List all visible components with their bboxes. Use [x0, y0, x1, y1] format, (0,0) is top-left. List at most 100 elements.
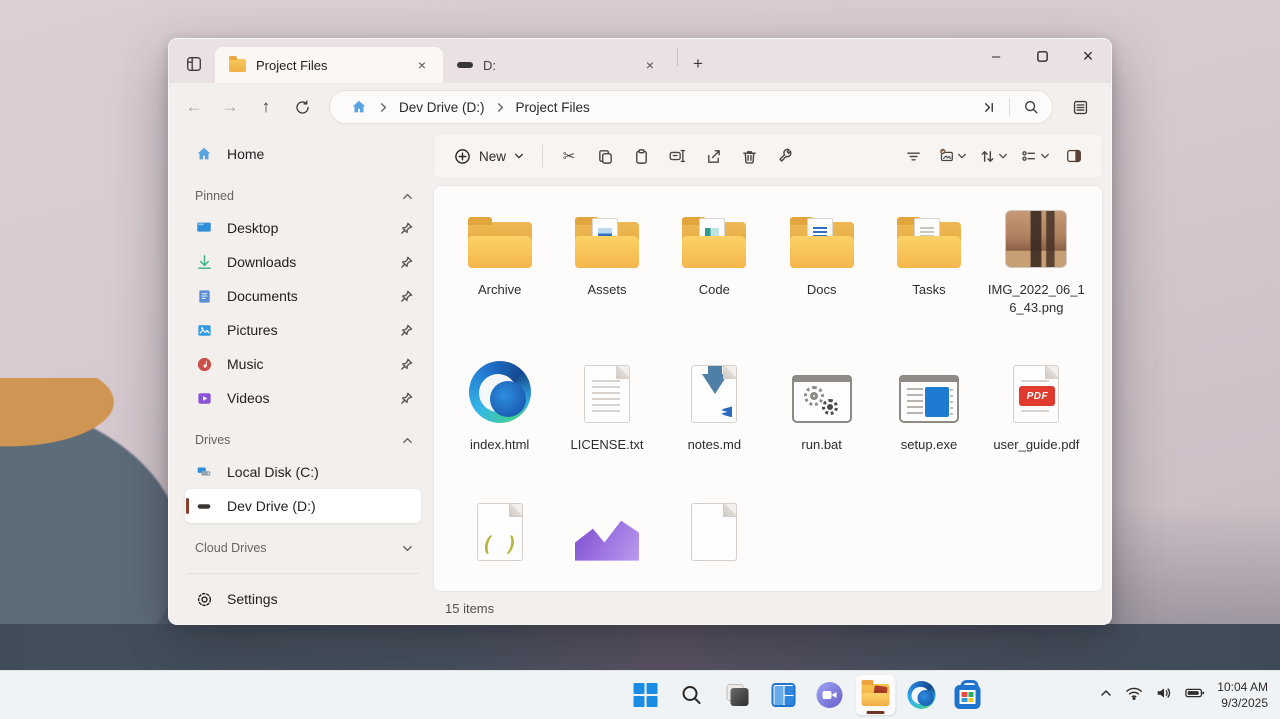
- file-item-partial-loop[interactable]: [553, 497, 660, 561]
- start-button[interactable]: [626, 675, 666, 715]
- pin-icon[interactable]: [400, 324, 413, 337]
- sidebar-item-dev-drive-d[interactable]: Dev Drive (D:): [185, 489, 421, 523]
- tab-close-button[interactable]: ×: [639, 54, 661, 76]
- breadcrumb-item-drive[interactable]: Dev Drive (D:): [393, 97, 491, 118]
- filter-button[interactable]: [895, 139, 931, 173]
- up-button[interactable]: ↑: [249, 91, 283, 123]
- volume-button[interactable]: [1155, 685, 1173, 706]
- properties-button[interactable]: [767, 139, 803, 173]
- hidden-icons-button[interactable]: [1099, 686, 1113, 705]
- sidebar-section-pinned[interactable]: Pinned: [185, 181, 421, 211]
- sort-icon: [979, 148, 996, 165]
- file-item-partial-json[interactable]: ( ): [446, 497, 553, 561]
- close-button[interactable]: ×: [1065, 39, 1111, 73]
- refresh-button[interactable]: [285, 91, 319, 123]
- folder-icon: [790, 216, 854, 268]
- go-to-icon[interactable]: [973, 93, 1003, 121]
- tab-list-button[interactable]: [177, 49, 211, 79]
- cut-button[interactable]: ✂: [551, 139, 587, 173]
- home-icon[interactable]: [344, 93, 374, 121]
- dev-drive-icon: [195, 497, 213, 515]
- file-item-user-guide-pdf[interactable]: PDF user_guide.pdf: [983, 359, 1090, 454]
- sidebar-item-videos[interactable]: Videos: [185, 381, 421, 415]
- sidebar-item-music[interactable]: Music: [185, 347, 421, 381]
- view-layout-button[interactable]: [1014, 139, 1056, 173]
- forward-button[interactable]: →: [213, 91, 247, 123]
- sidebar-item-label: Dev Drive (D:): [227, 498, 316, 514]
- file-name: LICENSE.txt: [571, 436, 644, 454]
- file-item-archive[interactable]: Archive: [446, 204, 553, 317]
- file-item-partial-doc[interactable]: [661, 497, 768, 561]
- file-item-index-html[interactable]: index.html: [446, 359, 553, 454]
- sidebar-item-pictures[interactable]: Pictures: [185, 313, 421, 347]
- task-view-button[interactable]: [718, 675, 758, 715]
- sidebar-item-home[interactable]: Home: [185, 137, 421, 171]
- file-item-notes-md[interactable]: notes.md: [661, 359, 768, 454]
- pin-icon[interactable]: [400, 256, 413, 269]
- edge-button[interactable]: [902, 675, 942, 715]
- details-pane-button[interactable]: [1056, 139, 1092, 173]
- sidebar-item-desktop[interactable]: Desktop: [185, 211, 421, 245]
- chevron-up-icon[interactable]: [402, 191, 413, 202]
- thumbnail-options-button[interactable]: [931, 139, 973, 173]
- wifi-button[interactable]: [1125, 685, 1143, 706]
- file-item-assets[interactable]: Assets: [553, 204, 660, 317]
- file-item-run-bat[interactable]: run.bat: [768, 359, 875, 454]
- share-icon: [705, 148, 722, 165]
- widgets-button[interactable]: [764, 675, 804, 715]
- new-button[interactable]: New: [444, 139, 534, 173]
- tab-close-button[interactable]: ×: [411, 54, 433, 76]
- sidebar-section-cloud-drives[interactable]: Cloud Drives: [185, 533, 421, 563]
- items-count: 15 items: [445, 601, 494, 616]
- maximize-icon: [1036, 50, 1049, 63]
- rename-button[interactable]: [659, 139, 695, 173]
- json-file-icon: ( ): [477, 503, 523, 561]
- address-bar[interactable]: Dev Drive (D:) Project Files: [329, 90, 1053, 124]
- file-item-license-txt[interactable]: LICENSE.txt: [553, 359, 660, 454]
- store-button[interactable]: [948, 675, 988, 715]
- maximize-button[interactable]: [1019, 39, 1065, 73]
- plus-circle-icon: [454, 148, 471, 165]
- search-icon[interactable]: [1016, 93, 1046, 121]
- chevron-down-icon[interactable]: [402, 543, 413, 554]
- file-item-setup-exe[interactable]: setup.exe: [875, 359, 982, 454]
- sidebar-item-documents[interactable]: Documents: [185, 279, 421, 313]
- file-item-docs[interactable]: Docs: [768, 204, 875, 317]
- tab-drive-d[interactable]: D: ×: [443, 47, 671, 83]
- search-button[interactable]: [672, 675, 712, 715]
- chevron-up-icon: [1099, 686, 1113, 700]
- sidebar-item-settings[interactable]: Settings: [185, 582, 421, 616]
- battery-button[interactable]: [1185, 686, 1205, 705]
- chat-button[interactable]: [810, 675, 850, 715]
- view-layout-icon: [1020, 147, 1038, 165]
- sidebar-item-local-disk-c[interactable]: Local Disk (C:): [185, 455, 421, 489]
- list-details-icon: [1072, 99, 1089, 116]
- pin-icon[interactable]: [400, 392, 413, 405]
- sidebar-item-downloads[interactable]: Downloads: [185, 245, 421, 279]
- pin-icon[interactable]: [400, 358, 413, 371]
- share-button[interactable]: [695, 139, 731, 173]
- delete-button[interactable]: [731, 139, 767, 173]
- sidebar-section-drives[interactable]: Drives: [185, 425, 421, 455]
- file-item-tasks[interactable]: Tasks: [875, 204, 982, 317]
- minimize-button[interactable]: –: [973, 39, 1019, 73]
- copy-button[interactable]: [587, 139, 623, 173]
- paste-icon: [633, 148, 650, 165]
- section-label: Cloud Drives: [195, 541, 267, 555]
- pin-icon[interactable]: [400, 290, 413, 303]
- tab-list-icon: [185, 55, 203, 73]
- pin-icon[interactable]: [400, 222, 413, 235]
- paste-button[interactable]: [623, 139, 659, 173]
- file-explorer-button[interactable]: [856, 675, 896, 715]
- breadcrumb-item-folder[interactable]: Project Files: [510, 97, 596, 118]
- file-item-code[interactable]: Code: [661, 204, 768, 317]
- sort-button[interactable]: [973, 139, 1014, 173]
- preview-pane-button[interactable]: [1063, 91, 1097, 123]
- back-button[interactable]: ←: [177, 91, 211, 123]
- clock[interactable]: 10:04 AM 9/3/2025: [1217, 679, 1272, 711]
- file-item-img-png[interactable]: IMG_2022_06_16_43.png: [983, 204, 1090, 317]
- tab-project-files[interactable]: Project Files ×: [215, 47, 443, 83]
- new-tab-button[interactable]: +: [684, 51, 712, 77]
- downloads-icon: [195, 253, 213, 271]
- chevron-up-icon[interactable]: [402, 435, 413, 446]
